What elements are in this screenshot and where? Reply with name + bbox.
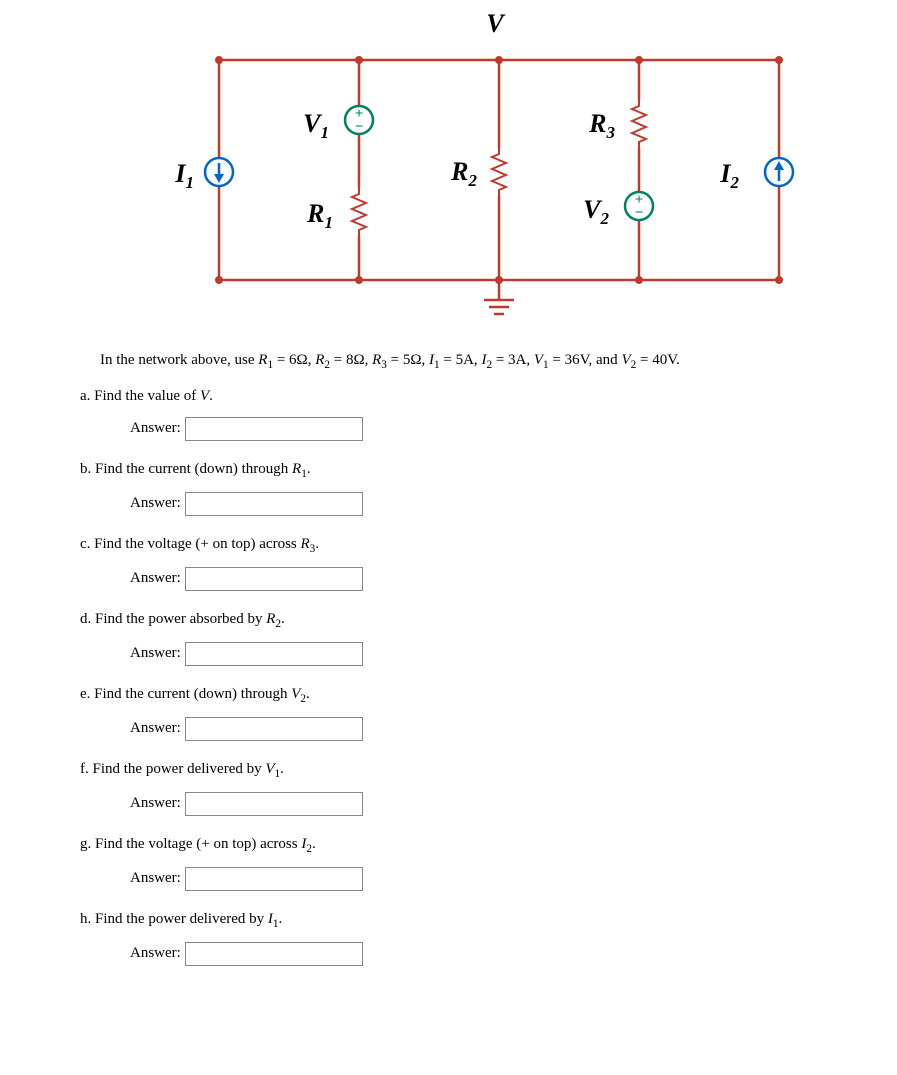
question-c: c. Find the voltage (+ on top) across R3… [80, 536, 837, 555]
problem-statement: In the network above, use R1 = 6Ω, R2 = … [100, 350, 837, 374]
label-I1: I1 [174, 159, 194, 192]
answer-label-d: Answer: [130, 645, 181, 662]
answer-input-e[interactable] [185, 717, 363, 741]
answer-input-a[interactable] [185, 417, 363, 441]
answer-label-b: Answer: [130, 495, 181, 512]
question-a: a. Find the value of V. [80, 388, 837, 405]
answer-label-h: Answer: [130, 945, 181, 962]
answer-input-d[interactable] [185, 642, 363, 666]
answer-label-a: Answer: [130, 420, 181, 437]
answer-label-c: Answer: [130, 570, 181, 587]
answer-input-f[interactable] [185, 792, 363, 816]
svg-text:−: − [354, 119, 363, 135]
label-R3: R3 [588, 109, 615, 142]
answer-label-g: Answer: [130, 870, 181, 887]
label-R2: R2 [450, 157, 477, 190]
question-e: e. Find the current (down) through V2. [80, 686, 837, 705]
circuit-diagram: +− +− V V1 R1 R2 R3 V2 I1 I2 [99, 0, 799, 330]
question-g: g. Find the voltage (+ on top) across I2… [80, 836, 837, 855]
answer-input-b[interactable] [185, 492, 363, 516]
label-V: V [486, 9, 506, 38]
label-V2: V2 [583, 195, 609, 228]
label-V1: V1 [303, 109, 329, 142]
label-R1: R1 [306, 199, 333, 232]
question-d: d. Find the power absorbed by R2. [80, 611, 837, 630]
question-f: f. Find the power delivered by V1. [80, 761, 837, 780]
label-I2: I2 [719, 159, 739, 192]
answer-label-f: Answer: [130, 795, 181, 812]
answer-input-h[interactable] [185, 942, 363, 966]
answer-input-c[interactable] [185, 567, 363, 591]
question-h: h. Find the power delivered by I1. [80, 911, 837, 930]
answer-input-g[interactable] [185, 867, 363, 891]
question-b: b. Find the current (down) through R1. [80, 461, 837, 480]
answer-label-e: Answer: [130, 720, 181, 737]
svg-text:−: − [634, 205, 643, 221]
